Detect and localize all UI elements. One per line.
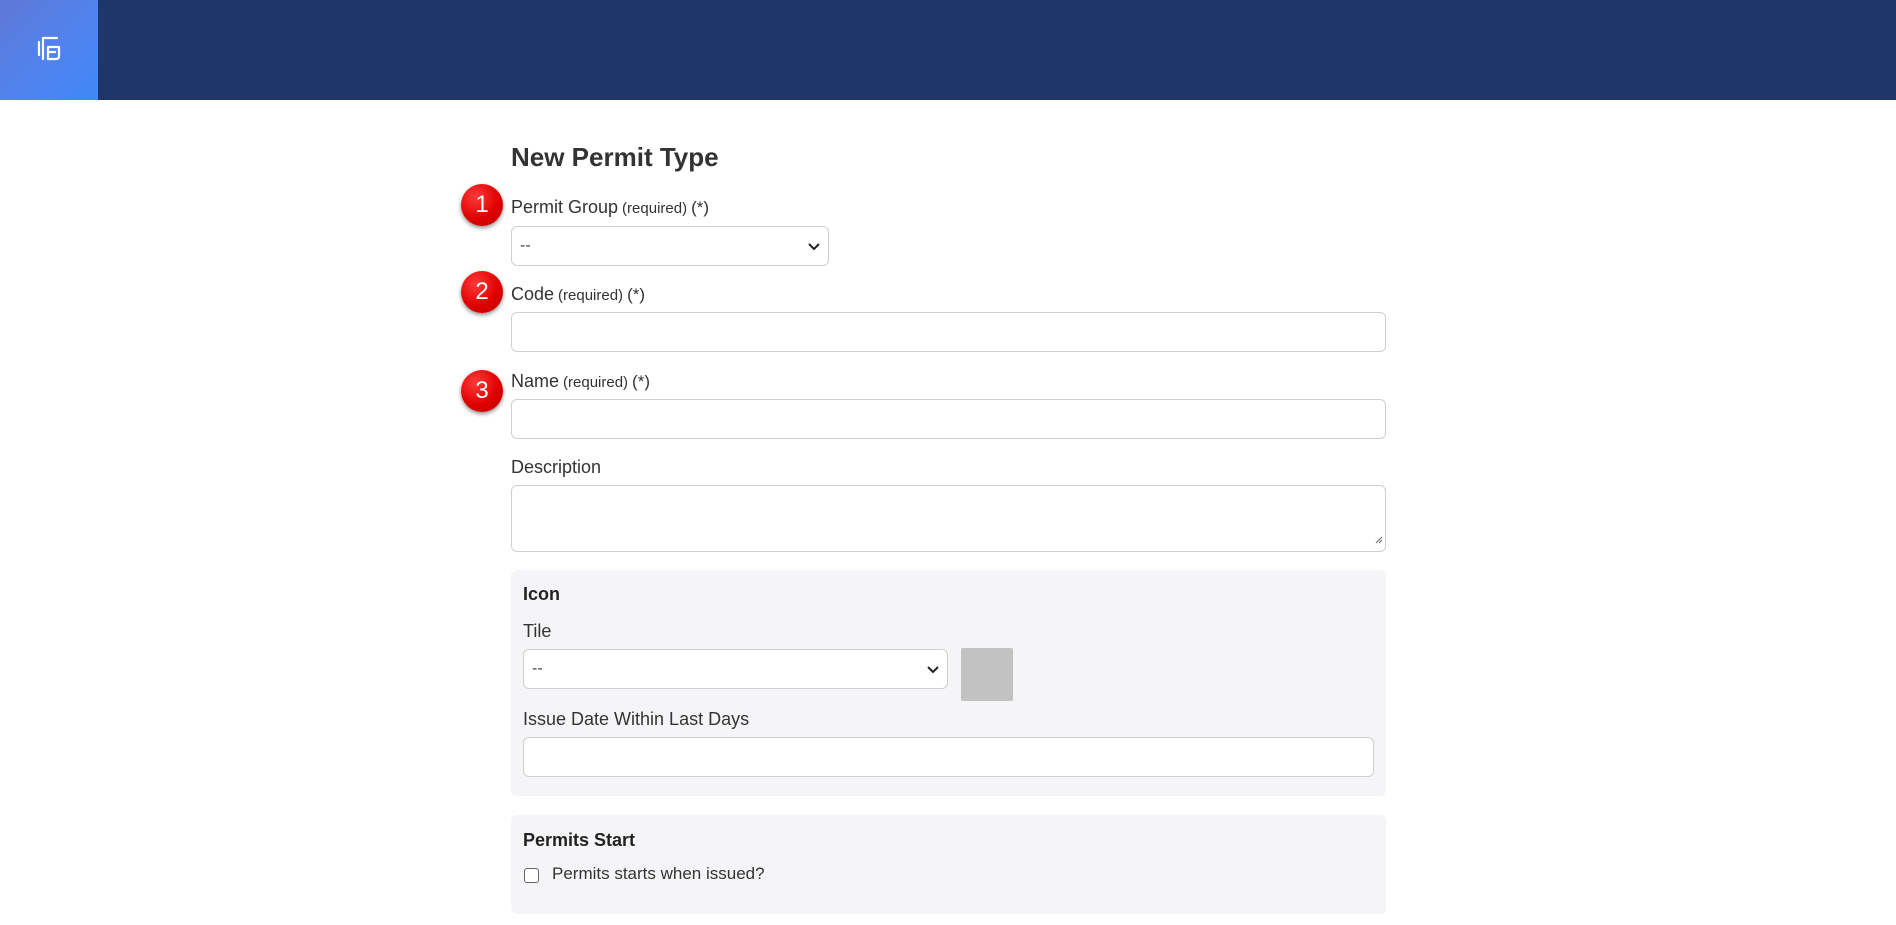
resize-grip-icon[interactable] (1374, 531, 1383, 549)
permit-group-selected-value: -- (520, 237, 531, 254)
permits-start-checkbox-label[interactable]: Permits starts when issued? (552, 864, 765, 884)
chevron-down-icon (927, 661, 939, 677)
chevron-down-icon (808, 238, 820, 254)
name-input[interactable] (511, 399, 1386, 439)
code-label-text: Code (511, 284, 555, 304)
issue-date-label: Issue Date Within Last Days (523, 709, 750, 729)
icon-panel: Icon Tile -- Issue Date Within Last Days (511, 570, 1386, 796)
annotation-badge-1: 1 (461, 184, 503, 226)
annotation-badge-2: 2 (461, 271, 503, 313)
tile-selected-value: -- (532, 660, 543, 677)
description-label: Description (511, 457, 602, 477)
name-label-text: Name (511, 371, 560, 391)
required-asterisk: (*) (627, 285, 646, 304)
name-label: Name (required) (*) (511, 371, 650, 392)
permit-group-label-text: Permit Group (511, 197, 619, 217)
permits-start-title: Permits Start (523, 830, 636, 850)
tile-color-preview (961, 648, 1013, 701)
required-hint: (required) (622, 200, 688, 217)
permit-group-label: Permit Group (required) (*) (511, 197, 709, 218)
home-logo-button[interactable] (0, 0, 98, 100)
code-label: Code (required) (*) (511, 284, 645, 305)
icon-section-title: Icon (523, 584, 561, 604)
code-input[interactable] (511, 312, 1386, 352)
required-asterisk: (*) (632, 372, 650, 391)
top-navigation-bar (0, 0, 1896, 100)
required-hint: (required) (558, 287, 624, 304)
permits-start-checkbox[interactable] (524, 868, 539, 883)
permits-start-panel: Permits Start Permits starts when issued… (511, 815, 1386, 914)
tile-select[interactable]: -- (523, 649, 948, 689)
required-asterisk: (*) (691, 198, 710, 217)
annotation-badge-3: 3 (461, 370, 503, 412)
issue-date-within-last-days-input[interactable] (523, 737, 1374, 777)
permit-group-select[interactable]: -- (511, 226, 829, 266)
description-textarea[interactable] (511, 485, 1386, 552)
page-title: New Permit Type (511, 142, 719, 172)
tile-label: Tile (523, 621, 552, 641)
required-hint: (required) (563, 374, 629, 391)
file-document-icon (35, 34, 63, 67)
